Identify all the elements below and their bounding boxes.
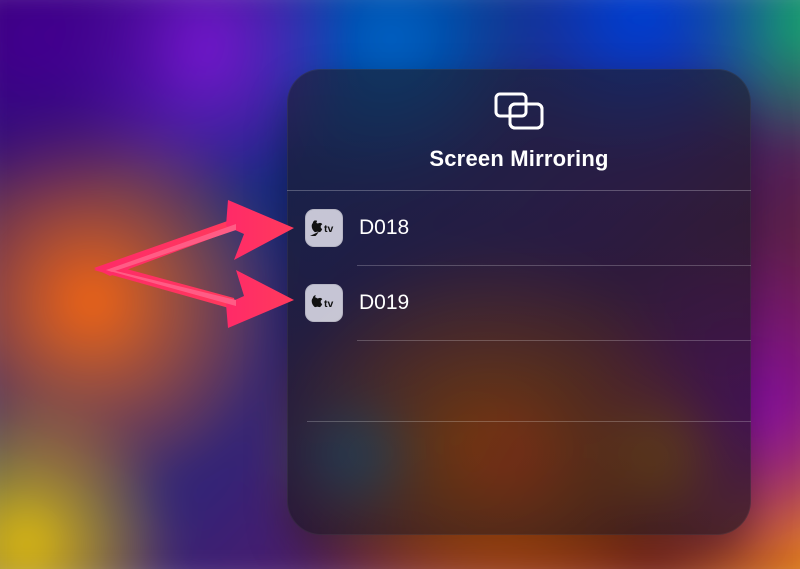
airplay-device-row[interactable]: tv D018 [287, 191, 751, 265]
airplay-device-row[interactable]: tv D019 [287, 266, 751, 340]
screen-mirroring-popover: Screen Mirroring tv D018 [287, 69, 751, 535]
svg-text:tv: tv [324, 223, 333, 235]
popover-title: Screen Mirroring [287, 146, 751, 172]
popover-header: Screen Mirroring [287, 69, 751, 190]
device-name-label: D019 [359, 291, 409, 315]
screen-mirroring-icon [493, 91, 545, 136]
apple-tv-icon: tv [305, 284, 343, 322]
divider [307, 421, 751, 422]
svg-text:tv: tv [324, 298, 333, 310]
device-name-label: D018 [359, 216, 409, 240]
apple-tv-icon: tv [305, 209, 343, 247]
device-list: tv D018 tv D019 [287, 191, 751, 422]
